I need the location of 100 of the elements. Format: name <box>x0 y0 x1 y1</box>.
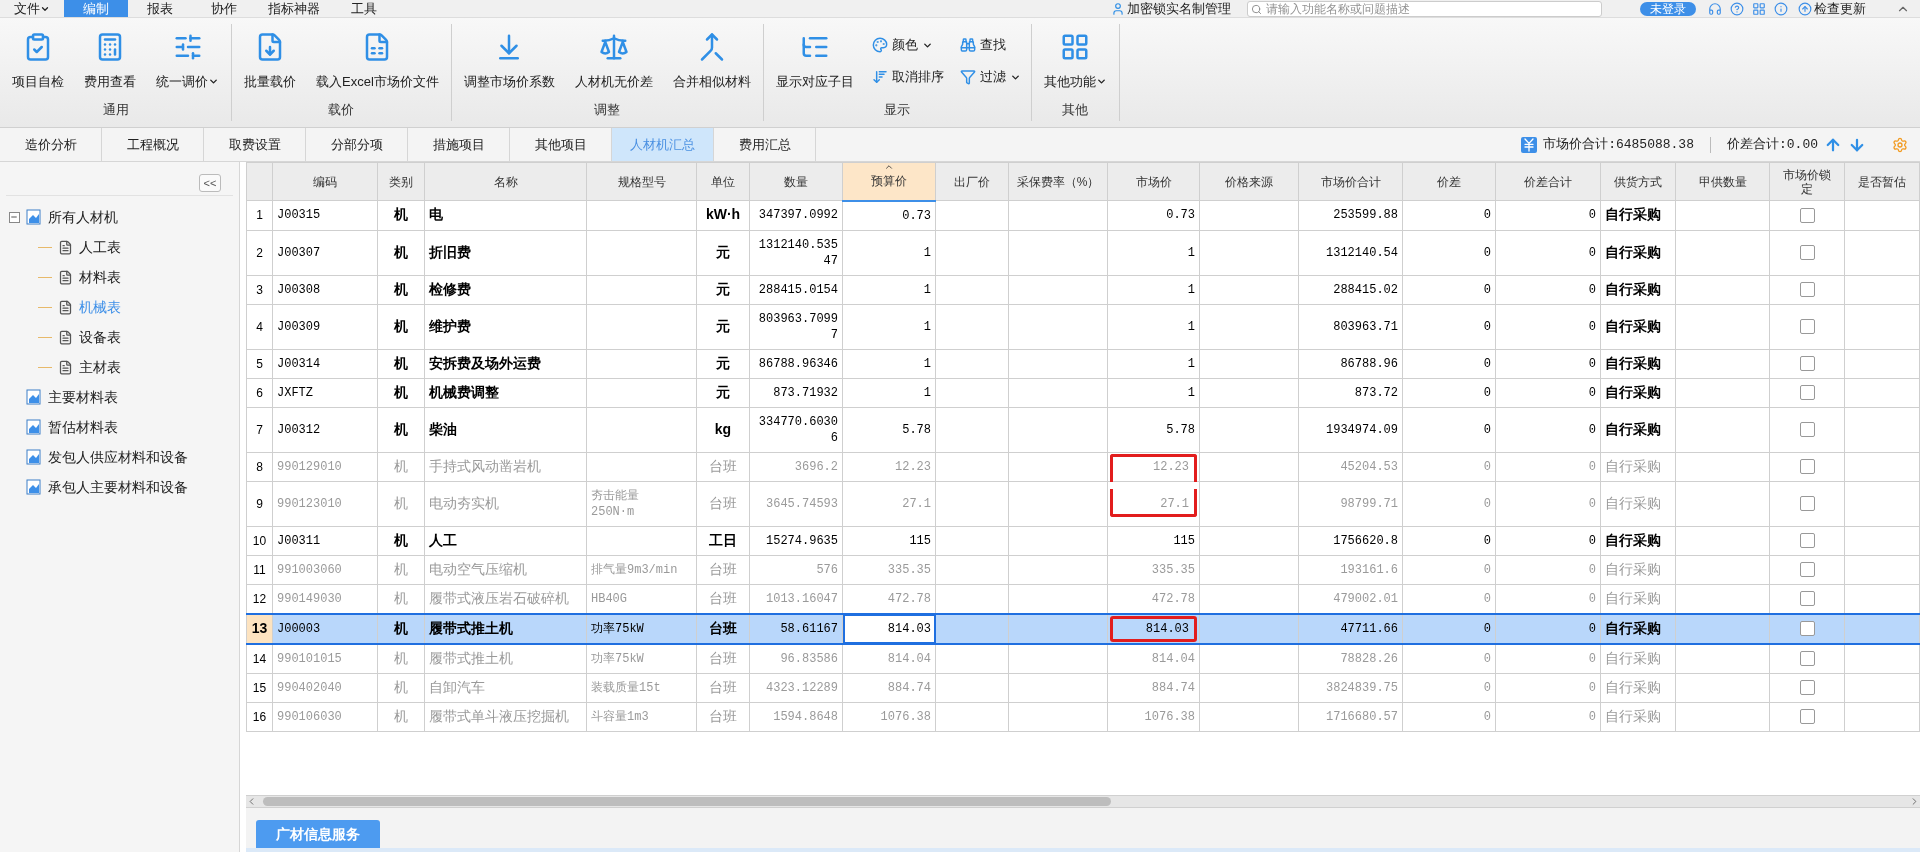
table-row[interactable]: 7 J00312 机 柴油 kg 334770.60306 5.78 5.78 1934974.09 0 0 自行采购 <box>246 407 1920 452</box>
table-row[interactable]: 5 J00314 机 安拆费及场外运费 元 86788.96346 1 1 86788.96 0 0 自行采购 <box>246 349 1920 378</box>
menu-item[interactable]: 指标神器 <box>256 0 332 17</box>
menu-item[interactable]: 文件 <box>0 0 64 17</box>
horizontal-scrollbar[interactable] <box>246 795 1920 808</box>
column-header[interactable]: 采保费率（%） <box>1008 162 1108 201</box>
lock-link[interactable]: 加密锁实名制管理 <box>1127 0 1231 19</box>
tree-item[interactable]: 设备表 <box>79 326 121 348</box>
column-header[interactable]: 市场价合计 <box>1298 162 1403 201</box>
checkbox[interactable] <box>1799 562 1815 578</box>
table-row[interactable]: 12 990149030 机 履带式液压岩石破碎机 HB40G 台班 1013.16047 472.78 472.78 479002.01 0 0 自行采购 <box>246 584 1920 614</box>
column-header[interactable]: 类别 <box>377 162 425 201</box>
table-row[interactable]: 16 990106030 机 履带式单斗液压挖掘机 斗容量1m3 台班 1594.8648 1076.38 1076.38 1716680.57 0 0 自行采购 <box>246 702 1920 731</box>
ribbon-button[interactable]: 合并相似材料 <box>666 24 757 100</box>
column-header[interactable]: 出厂价 <box>935 162 1009 201</box>
checkbox[interactable] <box>1799 422 1815 438</box>
settings-icon[interactable] <box>1892 136 1908 153</box>
checkbox[interactable] <box>1799 533 1815 549</box>
checkbox[interactable] <box>1799 680 1815 696</box>
table-row[interactable]: 13 J00003 机 履带式推土机 功率75kW 台班 58.61167 814.03 814.03 47711.66 0 0 自行采购 <box>246 613 1920 644</box>
table-row[interactable]: 15 990402040 机 自卸汽车 装载质量15t 台班 4323.12289 884.74 884.74 3824839.75 0 0 自行采购 <box>246 673 1920 702</box>
checkbox[interactable] <box>1799 385 1815 401</box>
group-title: 调整 <box>594 101 621 119</box>
column-header[interactable]: 数量 <box>749 162 843 201</box>
help-icon[interactable] <box>1730 1 1744 16</box>
menu-item[interactable]: 工具 <box>332 0 396 17</box>
scrollbar-thumb[interactable] <box>263 797 1111 806</box>
table-row[interactable]: 2 J00307 机 折旧费 元 1312140.53547 1 1 1312140.54 0 0 自行采购 <box>246 230 1920 275</box>
view-tab[interactable]: 造价分析 <box>0 128 102 161</box>
ribbon-button[interactable]: 显示对应子目 <box>769 24 860 100</box>
tree-item[interactable]: 所有人材机 <box>48 206 118 228</box>
menu-item[interactable]: 报表 <box>128 0 192 17</box>
tree-item[interactable]: 发包人供应材料和设备 <box>48 446 188 468</box>
ribbon-button[interactable]: 人材机无价差 <box>568 24 659 100</box>
table-row[interactable]: 3 J00308 机 检修费 元 288415.0154 1 1 288415.02 0 0 自行采购 <box>246 275 1920 304</box>
ribbon-button[interactable]: 载入Excel市场价文件 <box>310 24 445 100</box>
column-header[interactable]: 编码 <box>272 162 378 201</box>
checkbox[interactable] <box>1799 459 1815 475</box>
tree-item[interactable]: 材料表 <box>79 266 121 288</box>
tree-item[interactable]: 人工表 <box>79 236 121 258</box>
column-header[interactable]: 预算价 <box>842 162 936 201</box>
checkbox[interactable] <box>1799 207 1815 223</box>
table-row[interactable]: 9 990123010 机 电动夯实机 夯击能量 250N·m 台班 3645.74593 27.1 27.1 98799.71 0 0 自行采购 <box>246 481 1920 526</box>
tree-item[interactable]: 主要材料表 <box>48 386 118 408</box>
table-row[interactable]: 11 991003060 机 电动空气压缩机 排气量9m3/min 台班 576 335.35 335.35 193161.6 0 0 自行采购 <box>246 555 1920 584</box>
ribbon-button[interactable]: 查找 <box>955 32 1025 58</box>
checkbox[interactable] <box>1799 319 1815 335</box>
column-header[interactable]: 供货方式 <box>1600 162 1676 201</box>
grid-icon[interactable] <box>1752 1 1766 16</box>
ribbon-button[interactable]: 过滤 <box>955 64 1025 90</box>
column-header[interactable]: 规格型号 <box>586 162 697 201</box>
market-price-cell: 1076.38 <box>1144 709 1195 724</box>
update-link[interactable]: 检查更新 <box>1798 0 1866 19</box>
collapse-button[interactable]: << <box>199 173 221 192</box>
tree-item[interactable]: 主材表 <box>79 356 121 378</box>
column-header[interactable]: 市场价锁定 <box>1769 162 1845 201</box>
column-header[interactable]: 价差合计 <box>1495 162 1601 201</box>
ribbon-button[interactable]: 统一调价 <box>150 24 225 100</box>
table-row[interactable]: 14 990101015 机 履带式推土机 功率75kW 台班 96.83586 814.04 814.04 78828.26 0 0 自行采购 <box>246 643 1920 673</box>
view-tab[interactable]: 费用汇总 <box>714 128 816 161</box>
checkbox[interactable] <box>1799 356 1815 372</box>
info-icon[interactable] <box>1774 1 1788 16</box>
column-header[interactable]: 名称 <box>424 162 587 201</box>
ribbon-button[interactable]: 项目自检 <box>6 24 70 100</box>
budget-price-cell: 335.35 <box>887 562 931 577</box>
table-row[interactable]: 8 990129010 机 手持式风动凿岩机 台班 3696.2 12.23 12.23 45204.53 0 0 自行采购 <box>246 452 1920 481</box>
column-header[interactable]: 单位 <box>696 162 750 201</box>
column-header[interactable]: 价格来源 <box>1199 162 1299 201</box>
tree-item[interactable]: 承包人主要材料和设备 <box>48 476 188 498</box>
ribbon-button[interactable]: 批量载价 <box>238 24 302 100</box>
checkbox[interactable] <box>1799 282 1815 298</box>
column-header[interactable]: 价差 <box>1402 162 1496 201</box>
ribbon-button[interactable]: 其他功能 <box>1037 24 1113 100</box>
ribbon-button[interactable]: 费用查看 <box>78 24 142 100</box>
view-tab[interactable]: 工程概况 <box>102 128 204 161</box>
headset-icon[interactable] <box>1708 1 1722 16</box>
view-tab[interactable]: 分部分项 <box>306 128 408 161</box>
view-tab[interactable]: 取费设置 <box>204 128 306 161</box>
menu-item[interactable]: 协作 <box>192 0 256 17</box>
view-tab[interactable]: 措施项目 <box>408 128 510 161</box>
table-row[interactable]: 4 J00309 机 维护费 元 803963.70997 1 1 803963.71 0 0 自行采购 <box>246 304 1920 349</box>
checkbox[interactable] <box>1799 709 1815 725</box>
table-row[interactable]: 10 J00311 机 人工 工日 15274.9635 115 115 1756620.8 0 0 自行采购 <box>246 526 1920 555</box>
ribbon-button[interactable]: 取消排序 <box>867 64 948 90</box>
column-header[interactable]: 甲供数量 <box>1675 162 1770 201</box>
checkbox[interactable] <box>1799 496 1815 512</box>
ribbon-button[interactable]: 颜色 <box>867 32 948 58</box>
expander-icon[interactable] <box>8 211 20 223</box>
tree-item[interactable]: 暂估材料表 <box>48 416 118 438</box>
search-field[interactable]: 请输入功能名称或问题描述 <box>1247 0 1602 17</box>
checkbox[interactable] <box>1799 591 1815 607</box>
ribbon-button[interactable]: 调整市场价系数 <box>457 24 561 100</box>
column-header[interactable]: 市场价 <box>1107 162 1200 201</box>
checkbox[interactable] <box>1799 621 1815 637</box>
checkbox[interactable] <box>1799 245 1815 261</box>
table-row[interactable]: 6 JXFTZ 机 机械费调整 元 873.71932 1 1 873.72 0 0 自行采购 <box>246 378 1920 407</box>
filter-icon <box>959 69 976 85</box>
table-row[interactable]: 1 J00315 机 电 kW·h 347397.0992 0.73 0.73 253599.88 0 0 自行采购 <box>246 200 1920 230</box>
column-header[interactable]: 是否暂估 <box>1844 162 1920 201</box>
checkbox[interactable] <box>1799 651 1815 667</box>
